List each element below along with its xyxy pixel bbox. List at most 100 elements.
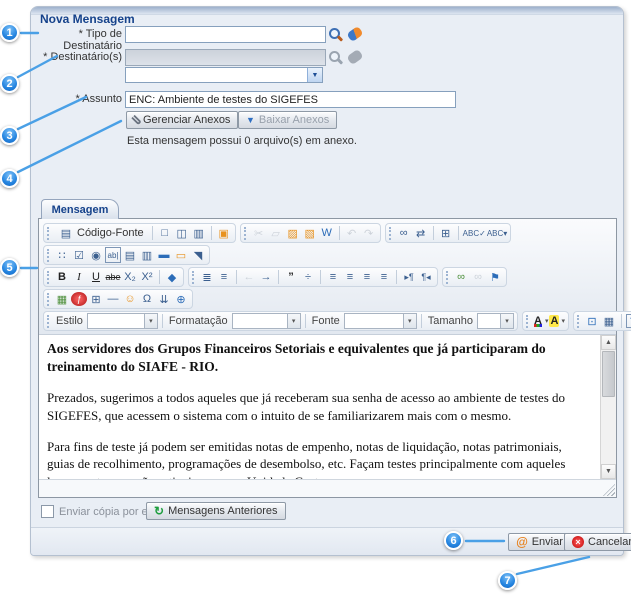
align-center-icon[interactable]: ≡ <box>342 269 358 285</box>
chevron-down-icon[interactable]: ▾ <box>403 314 416 328</box>
flash-icon[interactable]: ƒ <box>71 292 87 306</box>
toolbar-grip[interactable] <box>389 227 392 240</box>
find-icon[interactable]: ∞ <box>396 225 412 241</box>
link-icon[interactable]: ∞ <box>453 269 469 285</box>
templates-icon[interactable]: ▣ <box>216 225 232 241</box>
scroll-down-icon[interactable]: ▼ <box>601 464 616 479</box>
chevron-down-icon[interactable]: ▼ <box>307 68 322 82</box>
checkbox-field-icon[interactable]: ☑ <box>71 247 87 263</box>
search-icon[interactable] <box>329 28 340 39</box>
spellcheck-icon[interactable]: ABC✓ <box>463 225 486 241</box>
select-field-icon[interactable]: ▥ <box>139 247 155 263</box>
previous-messages-button[interactable]: ↻ Mensagens Anteriores <box>146 502 286 520</box>
select-all-icon[interactable]: ⊞ <box>438 225 454 241</box>
strikethrough-icon[interactable]: abe <box>105 269 121 285</box>
div-container-icon[interactable]: ÷ <box>300 269 316 285</box>
editor-toolbar: ▤ Código-Fonte □ ◫ ▥ ▣ ✂ ▱ ▨ ▧ W <box>39 219 616 335</box>
universal-char-icon[interactable]: ⊕ <box>173 291 189 307</box>
outdent-icon: ← <box>241 269 257 285</box>
superscript-icon[interactable]: X² <box>139 269 155 285</box>
table-icon[interactable]: ⊞ <box>88 291 104 307</box>
chevron-down-icon[interactable]: ▾ <box>500 314 513 328</box>
paste-icon[interactable]: ▨ <box>285 225 301 241</box>
selection-arrow-icon[interactable]: ◥ <box>190 247 206 263</box>
recipients-dropdown-value <box>126 68 307 82</box>
recipients-dropdown[interactable]: ▼ <box>125 67 323 83</box>
button-field-icon[interactable]: ▬ <box>156 247 172 263</box>
text-field-icon[interactable]: ab| <box>105 247 121 263</box>
source-button[interactable]: ▤ Código-Fonte <box>54 224 148 242</box>
spellcheck-menu-icon[interactable]: ABC▾ <box>487 225 507 241</box>
horizontal-rule-icon[interactable]: — <box>105 291 121 307</box>
scrollbar-thumb[interactable] <box>602 351 615 397</box>
send-button[interactable]: @ Enviar <box>508 533 571 551</box>
subscript-icon[interactable]: X₂ <box>122 269 138 285</box>
about-icon[interactable]: ? <box>626 314 631 328</box>
anchor-icon[interactable]: ⚑ <box>487 269 503 285</box>
page-break-icon[interactable]: ⇊ <box>156 291 172 307</box>
indent-icon[interactable]: → <box>258 269 274 285</box>
ltr-icon[interactable]: ▸¶ <box>401 269 417 285</box>
preview-icon[interactable]: ◫ <box>174 225 190 241</box>
text-color-menu-icon[interactable]: ▾ <box>545 317 549 325</box>
toolbar-grip[interactable] <box>47 227 50 240</box>
smiley-icon[interactable]: ☺ <box>122 291 138 307</box>
special-char-icon[interactable]: Ω <box>139 291 155 307</box>
toolbar-grip[interactable] <box>47 249 50 262</box>
align-right-icon[interactable]: ≡ <box>359 269 375 285</box>
toolbar-grip[interactable] <box>47 293 50 306</box>
bold-icon[interactable]: B <box>54 269 70 285</box>
message-body[interactable]: Aos servidores dos Grupos Financeiros Se… <box>39 335 600 479</box>
cancel-button[interactable]: × Cancelar <box>564 533 631 551</box>
chevron-down-icon[interactable]: ▾ <box>287 314 300 328</box>
tab-mensagem[interactable]: Mensagem <box>41 199 119 219</box>
resize-handle[interactable] <box>603 484 615 496</box>
textarea-field-icon[interactable]: ▤ <box>122 247 138 263</box>
chevron-down-icon[interactable]: ▾ <box>144 314 157 328</box>
blockquote-icon[interactable]: ” <box>283 269 299 285</box>
image-icon[interactable]: ▦ <box>54 291 70 307</box>
align-left-icon[interactable]: ≡ <box>325 269 341 285</box>
download-attachments-button[interactable]: ▼ Baixar Anexos <box>238 111 337 129</box>
scroll-up-icon[interactable]: ▲ <box>601 335 616 350</box>
image-button-icon[interactable]: ▭ <box>173 247 189 263</box>
recipient-type-input[interactable] <box>125 26 326 43</box>
callout-1: 1 <box>0 23 19 42</box>
show-blocks-icon[interactable]: ▦ <box>601 313 617 329</box>
toolbar-row-2: ∷ ☑ ◉ ab| ▤ ▥ ▬ ▭ ◥ <box>43 244 612 266</box>
maximize-icon[interactable]: ⊡ <box>584 313 600 329</box>
ordered-list-icon[interactable]: ≣ <box>199 269 215 285</box>
send-copy-checkbox[interactable] <box>41 505 54 518</box>
paste-word-icon[interactable]: W <box>319 225 335 241</box>
new-page-icon[interactable]: □ <box>157 225 173 241</box>
align-justify-icon[interactable]: ≡ <box>376 269 392 285</box>
tab-label: Mensagem <box>52 204 109 216</box>
hidden-field-icon[interactable]: ∷ <box>54 247 70 263</box>
editor-scrollbar[interactable]: ▲ ▼ <box>600 335 616 479</box>
highlight-color-menu-icon[interactable]: ▾ <box>561 317 565 325</box>
manage-attachments-button[interactable]: Gerenciar Anexos <box>126 111 238 129</box>
toolbar-grip[interactable] <box>446 271 449 284</box>
replace-icon[interactable]: ⇄ <box>413 225 429 241</box>
italic-icon[interactable]: I <box>71 269 87 285</box>
font-combo[interactable]: ▾ <box>344 313 417 329</box>
toolbar-grip[interactable] <box>47 271 50 284</box>
toolbar-grip[interactable] <box>244 227 247 240</box>
radio-field-icon[interactable]: ◉ <box>88 247 104 263</box>
highlight-color-icon[interactable]: A <box>549 315 559 327</box>
rtl-icon[interactable]: ¶◂ <box>418 269 434 285</box>
toolbar-grip[interactable] <box>577 315 580 328</box>
unordered-list-icon[interactable]: ≡ <box>216 269 232 285</box>
print-icon[interactable]: ▥ <box>191 225 207 241</box>
toolbar-grip[interactable] <box>526 315 529 328</box>
subject-input[interactable] <box>125 91 456 108</box>
text-color-icon[interactable]: A <box>533 315 543 327</box>
size-combo[interactable]: ▾ <box>477 313 514 329</box>
underline-icon[interactable]: U <box>88 269 104 285</box>
paste-text-icon[interactable]: ▧ <box>302 225 318 241</box>
format-combo[interactable]: ▾ <box>232 313 301 329</box>
style-combo[interactable]: ▾ <box>87 313 158 329</box>
remove-format-icon[interactable]: ◆ <box>164 269 180 285</box>
toolbar-grip[interactable] <box>47 315 50 328</box>
toolbar-grip[interactable] <box>192 271 195 284</box>
